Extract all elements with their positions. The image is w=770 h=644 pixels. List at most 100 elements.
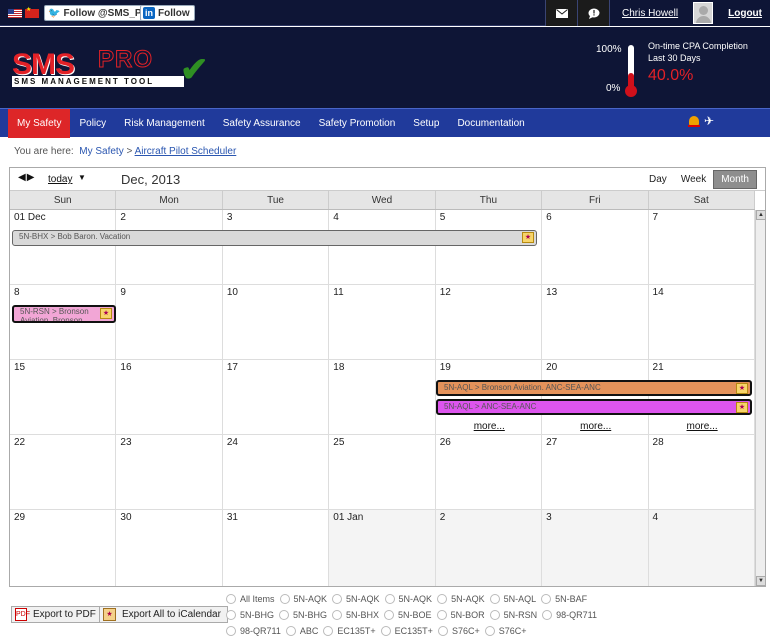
- filter-option[interactable]: 98-QR711: [226, 623, 286, 639]
- day-cell[interactable]: 01 Jan: [329, 510, 436, 586]
- radio-button[interactable]: [226, 610, 236, 620]
- china-flag-icon[interactable]: [25, 6, 39, 18]
- calendar-event[interactable]: 5N-AQL > Bronson Aviation. ANC-SEA-ANC ★: [436, 380, 752, 396]
- day-cell[interactable]: 6: [542, 210, 649, 284]
- calendar-scrollbar[interactable]: ▲ ▼: [755, 210, 766, 586]
- filter-option[interactable]: EC135T+: [380, 623, 438, 639]
- filter-option[interactable]: 5N-RSN: [489, 607, 543, 623]
- view-week-button[interactable]: Week: [674, 170, 713, 189]
- view-month-button[interactable]: Month: [713, 170, 757, 189]
- us-flag-icon[interactable]: [8, 9, 22, 18]
- day-cell[interactable]: 17: [223, 360, 330, 434]
- view-day-button[interactable]: Day: [642, 170, 674, 189]
- radio-button[interactable]: [332, 594, 343, 604]
- day-cell[interactable]: 01 Dec: [10, 210, 117, 284]
- day-cell[interactable]: 19 more...: [436, 360, 543, 434]
- filter-option[interactable]: S76C+: [437, 623, 485, 639]
- day-cell[interactable]: 4: [329, 210, 436, 284]
- radio-button[interactable]: [384, 610, 395, 620]
- filter-option[interactable]: ABC: [285, 623, 324, 639]
- radio-button[interactable]: [226, 594, 236, 604]
- nav-documentation[interactable]: Documentation: [448, 109, 533, 138]
- day-cell[interactable]: 26: [436, 435, 543, 509]
- nav-setup[interactable]: Setup: [404, 109, 448, 138]
- linkedin-follow-button[interactable]: in Follow: [140, 5, 195, 21]
- breadcrumb-my-safety[interactable]: My Safety: [79, 146, 123, 157]
- filter-option[interactable]: 5N-AQK: [332, 591, 385, 607]
- nav-risk-management[interactable]: Risk Management: [115, 109, 214, 138]
- logout-link[interactable]: Logout: [716, 0, 770, 26]
- filter-option[interactable]: 5N-AQK: [437, 591, 490, 607]
- calendar-event[interactable]: 5N-BHX > Bob Baron. Vacation ★: [12, 230, 537, 246]
- avatar[interactable]: [690, 0, 717, 26]
- radio-button[interactable]: [323, 626, 334, 636]
- filter-option[interactable]: All Items: [226, 591, 280, 607]
- filter-option[interactable]: EC135T+: [323, 623, 380, 639]
- calendar-event[interactable]: 5N-AQL > ANC-SEA-ANC ★: [436, 399, 752, 415]
- day-cell[interactable]: 18: [329, 360, 436, 434]
- scroll-up-icon[interactable]: ▲: [756, 210, 766, 220]
- more-link-thu[interactable]: more...: [474, 421, 505, 432]
- filter-option[interactable]: 5N-AQL: [489, 591, 542, 607]
- prev-next-arrows-icon[interactable]: ◀▶: [18, 172, 35, 183]
- breadcrumb-current[interactable]: Aircraft Pilot Scheduler: [135, 146, 237, 157]
- user-name-link[interactable]: Chris Howell: [609, 0, 691, 26]
- radio-button[interactable]: [380, 626, 391, 636]
- day-cell[interactable]: 5: [436, 210, 543, 284]
- radio-button[interactable]: [542, 610, 553, 620]
- filter-option[interactable]: 98-QR711: [542, 607, 602, 623]
- export-pdf-button[interactable]: PDF Export to PDF: [11, 606, 103, 623]
- export-ical-button[interactable]: ★ Export All to iCalendar: [99, 606, 228, 623]
- day-cell[interactable]: 13: [542, 285, 649, 359]
- radio-button[interactable]: [489, 594, 500, 604]
- day-cell[interactable]: 16: [116, 360, 223, 434]
- day-cell[interactable]: 28: [649, 435, 755, 509]
- radio-button[interactable]: [332, 610, 343, 620]
- day-cell[interactable]: 29: [10, 510, 117, 586]
- nav-my-safety[interactable]: My Safety: [8, 108, 71, 138]
- day-cell[interactable]: 4: [648, 510, 755, 586]
- mail-button[interactable]: [545, 0, 577, 26]
- filter-option[interactable]: 5N-AQK: [279, 591, 333, 607]
- day-cell[interactable]: 25: [329, 435, 436, 509]
- radio-button[interactable]: [437, 594, 448, 604]
- day-cell[interactable]: 7: [649, 210, 755, 284]
- today-dropdown-caret-icon[interactable]: ▼: [78, 173, 86, 182]
- nav-safety-promotion[interactable]: Safety Promotion: [310, 109, 405, 138]
- filter-option[interactable]: 5N-BAF: [541, 591, 592, 607]
- filter-option[interactable]: 5N-BHX: [332, 607, 384, 623]
- day-cell[interactable]: 10: [223, 285, 330, 359]
- filter-option[interactable]: 5N-AQK: [384, 591, 438, 607]
- radio-button[interactable]: [484, 626, 495, 636]
- radio-button[interactable]: [285, 626, 296, 636]
- nav-safety-assurance[interactable]: Safety Assurance: [214, 109, 310, 138]
- filter-option[interactable]: 5N-BOE: [384, 607, 437, 623]
- day-cell[interactable]: 21 more...: [649, 360, 755, 434]
- day-cell[interactable]: 15: [10, 360, 117, 434]
- calendar-event[interactable]: 5N-RSN > Bronson Aviation. Bronson ★: [12, 305, 116, 323]
- day-cell[interactable]: 9: [116, 285, 223, 359]
- radio-button[interactable]: [279, 594, 290, 604]
- filter-option[interactable]: 5N-BOR: [436, 607, 490, 623]
- radio-button[interactable]: [436, 610, 447, 620]
- radio-button[interactable]: [489, 610, 500, 620]
- day-cell[interactable]: 31: [223, 510, 330, 586]
- radio-button[interactable]: [279, 610, 290, 620]
- alert-bell-icon[interactable]: [687, 115, 700, 128]
- radio-button[interactable]: [384, 594, 395, 604]
- day-cell[interactable]: 2: [435, 510, 543, 586]
- day-cell[interactable]: 23: [116, 435, 223, 509]
- scroll-down-icon[interactable]: ▼: [756, 576, 766, 586]
- more-link-fri[interactable]: more...: [580, 421, 611, 432]
- day-cell[interactable]: 14: [649, 285, 755, 359]
- radio-button[interactable]: [541, 594, 552, 604]
- day-cell[interactable]: 2: [116, 210, 223, 284]
- plane-icon[interactable]: ✈: [704, 115, 714, 128]
- day-cell[interactable]: 22: [10, 435, 117, 509]
- radio-button[interactable]: [226, 626, 236, 636]
- day-cell[interactable]: 20 more...: [542, 360, 649, 434]
- sms-pro-logo[interactable]: SMS PRO ✔ SMS MANAGEMENT TOOL: [12, 46, 212, 96]
- more-link-sat[interactable]: more...: [687, 421, 718, 432]
- day-cell[interactable]: 11: [329, 285, 436, 359]
- today-button[interactable]: today: [48, 174, 72, 185]
